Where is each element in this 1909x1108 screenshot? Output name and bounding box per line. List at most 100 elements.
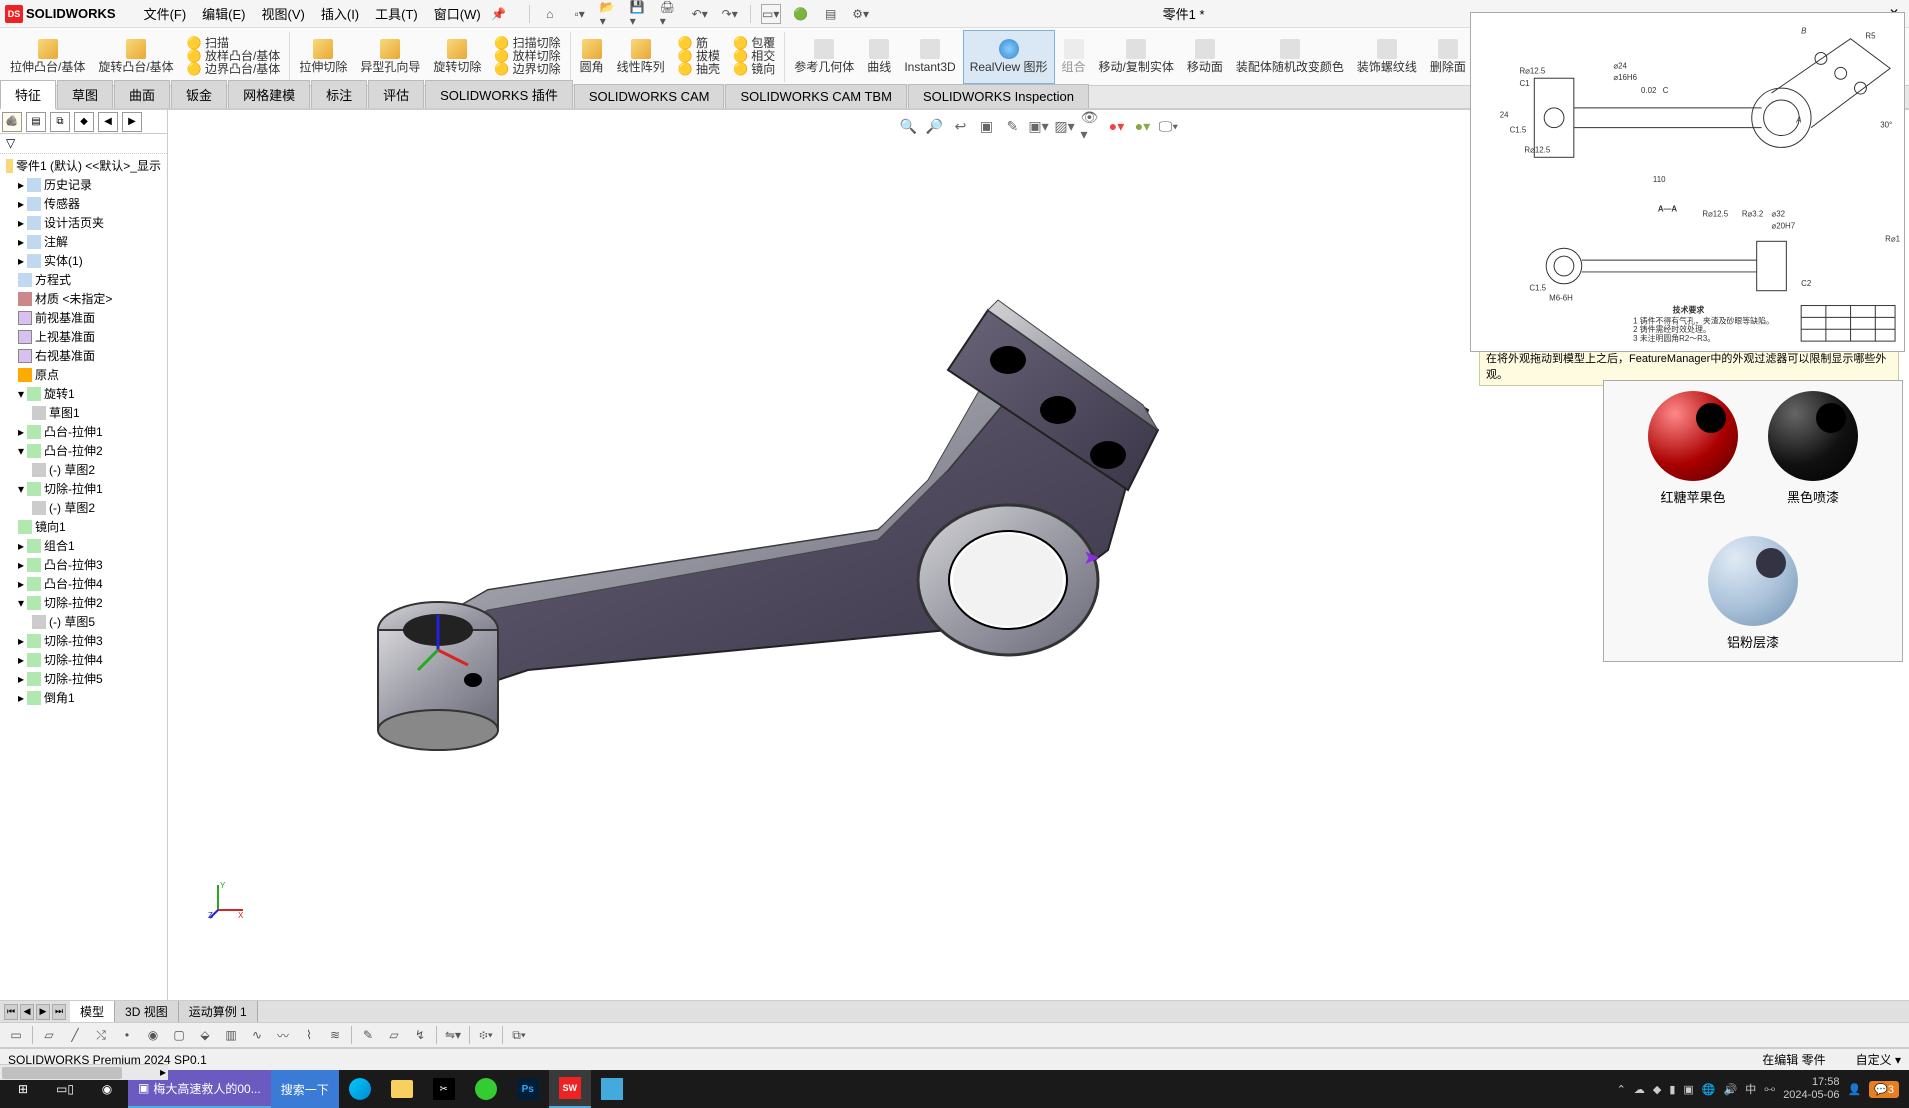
cmd-extrude-boss[interactable]: 拉伸凸台/基体 [4, 30, 91, 84]
tray-notifications-icon[interactable]: 💬3 [1869, 1081, 1899, 1098]
tray-battery-icon[interactable]: ▮ [1669, 1083, 1675, 1096]
ref-icon[interactable]: ⬙ [195, 1025, 215, 1045]
select-tool-icon[interactable]: ▭ [6, 1025, 26, 1045]
blueprint-overlay[interactable]: R⌀12.5 C1 C1.5 ⌀24 ⌀16H6 0.02 C 24 110 A… [1470, 12, 1905, 352]
cmd-shell[interactable]: 🟡 抽壳 [678, 63, 720, 76]
tab-sheetmetal[interactable]: 钣金 [171, 80, 227, 108]
tree-top-plane[interactable]: 上视基准面 [4, 327, 163, 346]
tab-cam[interactable]: SOLIDWORKS CAM [574, 84, 725, 108]
tree-annotations[interactable]: ▸注解 [4, 232, 163, 251]
curve1-icon[interactable]: ∿ [247, 1025, 267, 1045]
zoom-area-icon[interactable]: 🔎 [925, 116, 945, 136]
cmd-realview[interactable]: RealView 图形 [963, 30, 1055, 84]
gear-icon[interactable]: ⚙▾ [851, 4, 871, 24]
tree-combine1[interactable]: ▸组合1 [4, 536, 163, 555]
tree-tab-property-icon[interactable]: ▤ [26, 112, 46, 132]
nav-prev-icon[interactable]: ◀ [20, 1004, 34, 1020]
prev-view-icon[interactable]: ↩ [951, 116, 971, 136]
cmd-revolve-cut[interactable]: 旋转切除 [427, 30, 487, 84]
cmd-boundary-cut[interactable]: 🟡 边界切除 [494, 63, 560, 76]
derived-sketch-icon[interactable]: ↯ [410, 1025, 430, 1045]
menu-window[interactable]: 窗口(W) [426, 0, 489, 27]
print-icon[interactable]: 🖨▾ [660, 4, 680, 24]
task-360-icon[interactable] [465, 1070, 507, 1108]
material-black-paint[interactable]: 黑色喷漆 [1768, 391, 1858, 506]
tree-material[interactable]: 材质 <未指定> [4, 289, 163, 308]
view-orientation-icon[interactable]: ▣▾ [1029, 116, 1049, 136]
tab-mesh[interactable]: 网格建模 [228, 80, 310, 108]
live-section-icon[interactable]: ▥ [221, 1025, 241, 1045]
3d-sketch-icon[interactable]: ✎ [358, 1025, 378, 1045]
nav-first-icon[interactable]: ⏮ [4, 1004, 18, 1020]
coord-icon[interactable]: ⤭ [91, 1025, 111, 1045]
tree-tab-feature-icon[interactable]: 🪨 [2, 112, 22, 132]
task-solidworks-icon[interactable]: SW [549, 1070, 591, 1108]
edit-appearance-icon[interactable]: ●▾ [1107, 116, 1127, 136]
tab-evaluate[interactable]: 评估 [368, 80, 424, 108]
list-icon[interactable]: ▤ [821, 4, 841, 24]
menu-tools[interactable]: 工具(T) [367, 0, 426, 27]
task-search[interactable]: 搜索一下 [271, 1070, 339, 1108]
tree-chamfer1[interactable]: ▸倒角1 [4, 688, 163, 707]
tree-boss-extrude3[interactable]: ▸凸台-拉伸3 [4, 555, 163, 574]
tree-solid-bodies[interactable]: ▸实体(1) [4, 251, 163, 270]
tree-filter[interactable]: ▽ [0, 134, 167, 154]
bounding-box-icon[interactable]: ▢ [169, 1025, 189, 1045]
new-doc-icon[interactable]: ▫▾ [570, 4, 590, 24]
cmd-instant3d[interactable]: Instant3D [898, 30, 961, 84]
cmd-mirror[interactable]: 🟡 镜向 [733, 63, 775, 76]
task-capcut-icon[interactable]: ✂ [423, 1070, 465, 1108]
3d-sketch-plane-icon[interactable]: ▱ [384, 1025, 404, 1045]
body-pattern-icon[interactable]: ⧉▾ [509, 1025, 529, 1045]
cmd-curves[interactable]: 曲线 [861, 30, 897, 84]
tree-origin[interactable]: 原点 [4, 365, 163, 384]
tab-cam-tbm[interactable]: SOLIDWORKS CAM TBM [725, 84, 906, 108]
tab-motion-study[interactable]: 运动算例 1 [179, 1001, 258, 1022]
tab-annotate[interactable]: 标注 [311, 80, 367, 108]
undo-icon[interactable]: ↶▾ [690, 4, 710, 24]
tray-chevron-icon[interactable]: ⌃ [1617, 1083, 1626, 1096]
curve2-icon[interactable]: 〰 [273, 1025, 293, 1045]
tree-cut-extrude5[interactable]: ▸切除-拉伸5 [4, 669, 163, 688]
cmd-linear-pattern[interactable]: 线性阵列 [611, 30, 671, 84]
menu-file[interactable]: 文件(F) [136, 0, 195, 27]
nav-next-icon[interactable]: ▶ [36, 1004, 50, 1020]
cmd-move-face[interactable]: 移动面 [1181, 30, 1229, 84]
open-icon[interactable]: 📂▾ [600, 4, 620, 24]
tree-revolve1[interactable]: ▾旋转1 [4, 384, 163, 403]
tree-sketch5[interactable]: (-) 草图5 [4, 612, 163, 631]
view-settings-icon[interactable]: 🖵▾ [1159, 116, 1179, 136]
tree-front-plane[interactable]: 前视基准面 [4, 308, 163, 327]
cmd-ref-geom[interactable]: 参考几何体 [788, 30, 860, 84]
home-icon[interactable]: ⌂ [540, 4, 560, 24]
tree-boss-extrude1[interactable]: ▸凸台-拉伸1 [4, 422, 163, 441]
cmd-revolve-boss[interactable]: 旋转凸台/基体 [92, 30, 179, 84]
axis-icon[interactable]: ╱ [65, 1025, 85, 1045]
tree-tab-more-icon[interactable]: ▶ [122, 112, 142, 132]
apply-scene-icon[interactable]: ●▾ [1133, 116, 1153, 136]
cmd-combine[interactable]: 组合 [1056, 30, 1092, 84]
tray-app-icon[interactable]: ▣ [1683, 1083, 1693, 1096]
dynamic-annotation-icon[interactable]: ✎ [1003, 116, 1023, 136]
cmd-cosmetic-thread[interactable]: 装饰螺纹线 [1351, 30, 1423, 84]
redo-icon[interactable]: ↷▾ [720, 4, 740, 24]
tray-onedrive-icon[interactable]: ☁ [1634, 1083, 1645, 1096]
tab-inspection[interactable]: SOLIDWORKS Inspection [908, 84, 1089, 108]
plane-icon[interactable]: ▱ [39, 1025, 59, 1045]
tree-sketch2b[interactable]: (-) 草图2 [4, 498, 163, 517]
material-candy-apple[interactable]: 红糖苹果色 [1648, 391, 1738, 506]
curve3-icon[interactable]: ⌇ [299, 1025, 319, 1045]
tray-volume-icon[interactable]: 🔊 [1723, 1083, 1737, 1096]
tree-cut-extrude3[interactable]: ▸切除-拉伸3 [4, 631, 163, 650]
status-custom[interactable]: 自定义 ▾ [1856, 1051, 1901, 1068]
tree-sketch2a[interactable]: (-) 草图2 [4, 460, 163, 479]
point-icon[interactable]: • [117, 1025, 137, 1045]
menu-view[interactable]: 视图(V) [254, 0, 313, 27]
tree-equations[interactable]: 方程式 [4, 270, 163, 289]
tree-tab-display-icon[interactable]: ◀ [98, 112, 118, 132]
task-photoshop-icon[interactable]: Ps [507, 1070, 549, 1108]
center-mass-icon[interactable]: ◉ [143, 1025, 163, 1045]
tree-tab-config-icon[interactable]: ⧉ [50, 112, 70, 132]
save-icon[interactable]: 💾▾ [630, 4, 650, 24]
tree-boss-extrude2[interactable]: ▾凸台-拉伸2 [4, 441, 163, 460]
